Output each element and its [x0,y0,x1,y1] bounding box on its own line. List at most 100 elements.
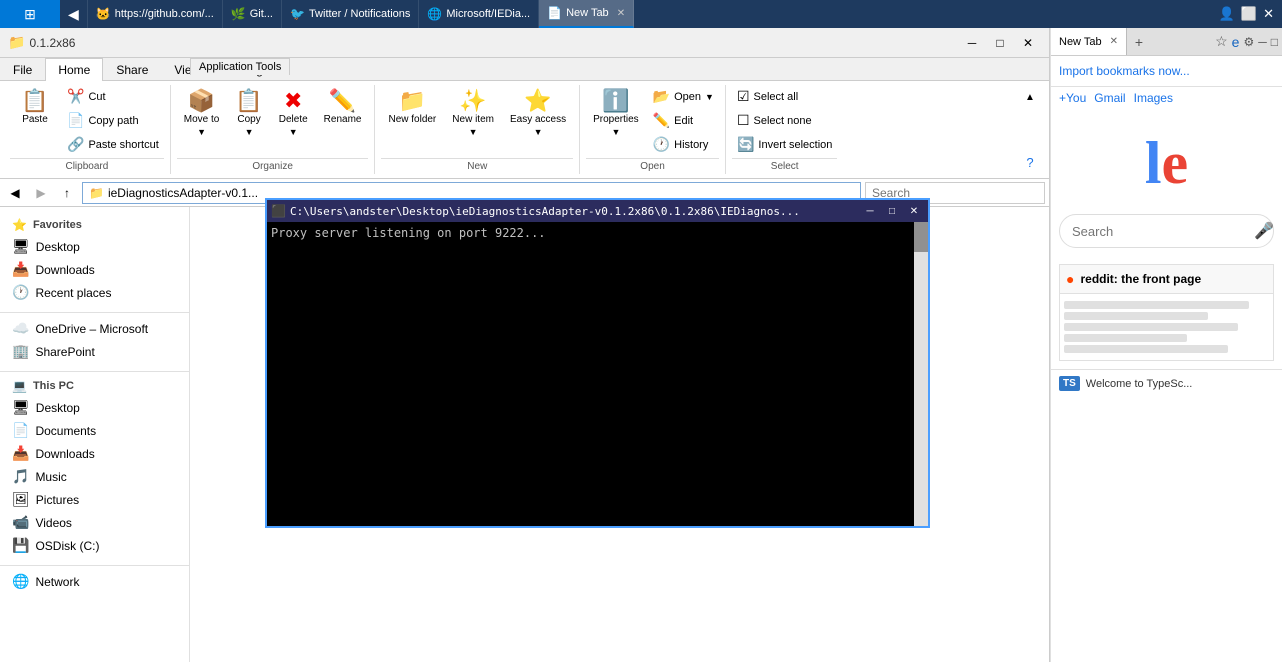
properties-label: Properties [593,114,639,125]
open-group: ℹ️ Properties ▼ 📂 Open ▼ [580,85,726,174]
cmd-controls: ─ □ ✕ [860,203,924,219]
easy-access-icon: ⭐ [524,90,551,112]
minimize-button[interactable]: ─ [959,33,985,53]
paste-icon: 📋 [21,90,48,112]
ie-icon[interactable]: e [1232,34,1240,50]
sidebar-music[interactable]: 🎵 Music [0,465,189,488]
plus-you-link[interactable]: +You [1059,91,1086,105]
copy-path-button[interactable]: 📄 Copy path [62,109,164,132]
history-button[interactable]: 🕐 History [648,133,719,156]
cmd-close-button[interactable]: ✕ [904,203,924,219]
tab-home[interactable]: Home [45,58,103,81]
ribbon: File Home Share View Manage 📋 Paste [0,58,1049,179]
select-all-button[interactable]: ☑ Select all [732,85,837,108]
edit-button[interactable]: ✏️ Edit [648,109,719,132]
browser-maximize[interactable]: □ [1271,35,1278,49]
tab-file[interactable]: File [0,58,45,81]
cut-button[interactable]: ✂️ Cut [62,85,164,108]
sidebar-downloads[interactable]: 📥 Downloads [0,258,189,281]
browser-minimize[interactable]: ─ [1258,35,1267,49]
close-tray-icon[interactable]: ✕ [1263,6,1274,22]
windows-icon: ⊞ [24,6,36,23]
browser-tab-newtab[interactable]: New Tab ✕ [1051,28,1127,55]
new-folder-label: New folder [388,114,436,125]
sidebar-pictures[interactable]: 🖼 Pictures [0,488,189,511]
sidebar-sharepoint[interactable]: 🏢 SharePoint [0,340,189,363]
images-link[interactable]: Images [1134,91,1173,105]
up-button[interactable]: ↑ [56,182,78,204]
sidebar-osdisk[interactable]: 💾 OSDisk (C:) [0,534,189,557]
copy-to-label: Copy [237,114,260,125]
browser-content: Import bookmarks now... +You Gmail Image… [1051,56,1282,662]
sidebar-desktop-label: Desktop [36,240,80,254]
open-button[interactable]: 📂 Open ▼ [648,85,719,108]
close-button[interactable]: ✕ [1015,33,1041,53]
sidebar-pc-downloads[interactable]: 📥 Downloads [0,442,189,465]
cmd-minimize-button[interactable]: ─ [860,203,880,219]
forward-button[interactable]: ▶ [30,182,52,204]
this-pc-header[interactable]: 💻 This PC [0,376,189,396]
cmd-scrollbar[interactable] [914,222,928,526]
sidebar-documents[interactable]: 📄 Documents [0,419,189,442]
taskbar-newtab[interactable]: 📄 New Tab ✕ [539,0,634,28]
recent-icon: 🕐 [12,284,29,301]
browser-tab-close[interactable]: ✕ [1110,36,1118,47]
documents-icon: 📄 [12,422,29,439]
back-button[interactable]: ◀ [4,182,26,204]
tab-share[interactable]: Share [103,58,161,81]
rename-button[interactable]: ✏️ Rename [317,85,369,130]
maximize-button[interactable]: □ [987,33,1013,53]
paste-button[interactable]: 📋 Paste [10,85,60,130]
browser-tabs: New Tab ✕ + ☆ e ⚙ ─ □ [1051,28,1282,56]
gmail-link[interactable]: Gmail [1094,91,1125,105]
taskbar-twitter[interactable]: 🐦 Twitter / Notifications [282,0,419,28]
taskbar-back[interactable]: ◀ [60,0,88,28]
typescript-icon: TS [1059,376,1080,391]
cmd-maximize-button[interactable]: □ [882,203,902,219]
settings-icon[interactable]: ⚙ [1243,35,1254,49]
taskbar-github[interactable]: 🐱 https://github.com/... [88,0,223,28]
maximize-tray-icon[interactable]: ⬜ [1241,6,1257,22]
move-to-button[interactable]: 📦 Move to ▼ [177,85,227,142]
rename-icon: ✏️ [329,90,356,112]
properties-button[interactable]: ℹ️ Properties ▼ [586,85,646,142]
sidebar-recent[interactable]: 🕐 Recent places [0,281,189,304]
user-tray-icon[interactable]: 👤 [1219,6,1235,22]
reddit-icon: ● [1066,271,1074,287]
new-folder-button[interactable]: 📁 New folder [381,85,443,130]
copy-to-button[interactable]: 📋 Copy ▼ [228,85,269,142]
google-search-input[interactable] [1072,224,1248,239]
select-none-label: Select none [754,115,812,127]
move-to-chevron: ▼ [197,127,206,137]
delete-chevron: ▼ [289,127,298,137]
newtab-close[interactable]: ✕ [617,8,625,19]
bookmark-icon[interactable]: ☆ [1215,33,1228,50]
help-button[interactable]: ? [1017,152,1043,172]
favorites-header[interactable]: ⭐ Favorites [0,215,189,235]
sidebar-onedrive[interactable]: ☁️ OneDrive – Microsoft [0,317,189,340]
paste-shortcut-button[interactable]: 🔗 Paste shortcut [62,133,164,156]
twitter-icon: 🐦 [290,7,305,21]
sidebar-pc-desktop[interactable]: 🖥 Desktop [0,396,189,419]
sidebar-divider-1 [0,312,189,313]
microphone-icon[interactable]: 🎤 [1254,221,1274,241]
sidebar-network[interactable]: 🌐 Network [0,570,189,593]
start-button[interactable]: ⊞ [0,0,60,28]
google-logo: l e [1051,109,1282,206]
cmd-icon: ⬛ [271,204,286,218]
addr-path-text: ieDiagnosticsAdapter-v0.1... [108,186,258,200]
taskbar-git[interactable]: 🌿 Git... [223,0,282,28]
invert-selection-button[interactable]: 🔄 Invert selection [732,133,837,156]
select-none-button[interactable]: ☐ Select none [732,109,837,132]
import-bookmarks[interactable]: Import bookmarks now... [1051,56,1282,87]
reddit-line-3 [1064,323,1238,331]
new-tab-button[interactable]: + [1127,28,1151,55]
delete-button[interactable]: ✖ Delete ▼ [272,85,315,142]
ribbon-expand-button[interactable]: ▲ [1017,87,1043,107]
taskbar-microsoft[interactable]: 🌐 Microsoft/IEDia... [419,0,539,28]
sidebar-desktop[interactable]: 🖥 Desktop [0,235,189,258]
cmd-scroll-thumb[interactable] [914,222,928,252]
easy-access-button[interactable]: ⭐ Easy access ▼ [503,85,573,142]
new-item-button[interactable]: ✨ New item ▼ [445,85,501,142]
sidebar-videos[interactable]: 📹 Videos [0,511,189,534]
